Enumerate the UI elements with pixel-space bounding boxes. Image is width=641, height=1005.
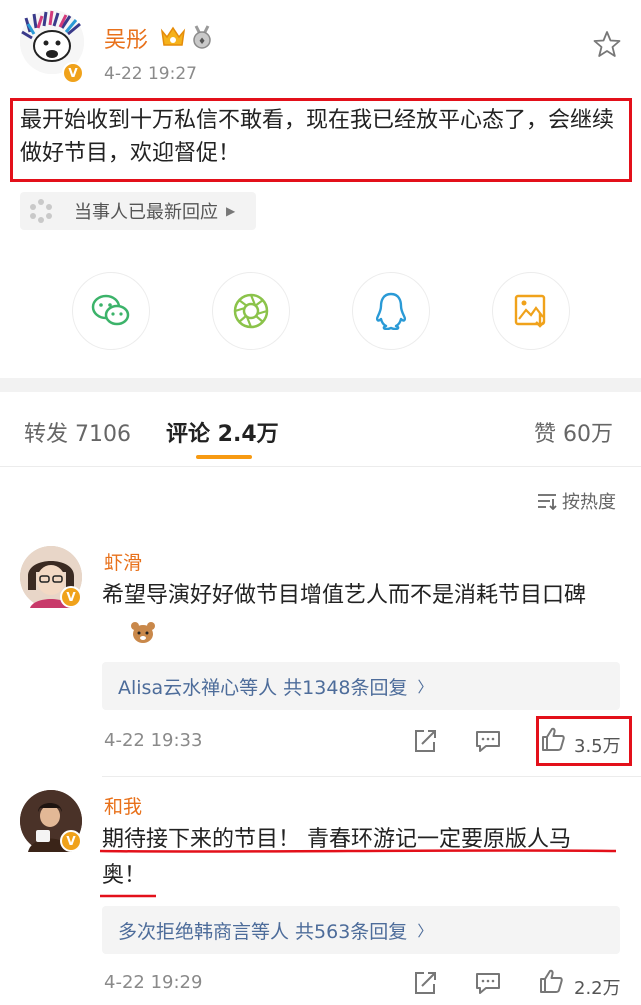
emoji-icon [131, 622, 155, 643]
share-icon[interactable] [412, 970, 438, 996]
poster-username[interactable]: 吴彤 [104, 22, 148, 54]
latest-response-pill[interactable]: 当事人已最新回应 ▶ [20, 192, 256, 230]
medal-badge-icon: ♦ [193, 25, 211, 49]
loading-dots-icon [30, 199, 52, 223]
save-image-icon [514, 294, 546, 328]
tab-likes[interactable]: 赞 60万 [534, 416, 613, 448]
replies-summary: 多次拒绝韩商言等人 共563条回复 [118, 920, 408, 943]
commenter-name[interactable]: 虾滑 [104, 548, 142, 575]
active-tab-indicator [196, 455, 252, 459]
comment-divider [102, 776, 641, 777]
like-count: 2.2万 [574, 978, 621, 999]
replies-link[interactable]: 多次拒绝韩商言等人 共563条回复 〉 [102, 906, 620, 954]
qq-icon [376, 292, 406, 330]
replies-summary: Alisa云水禅心等人 共1348条回复 [118, 676, 408, 699]
red-underline-line-1 [99, 849, 617, 853]
comment-icon[interactable] [474, 729, 502, 753]
svg-text:♦: ♦ [198, 37, 206, 47]
save-image-button[interactable] [492, 272, 570, 350]
thumbs-up-icon[interactable] [540, 726, 566, 752]
post-text: 最开始收到十万私信不敢看，现在我已经放平心态了，会继续做好节目，欢迎督促！ [20, 108, 615, 166]
comment-text: 希望导演好好做节目增值艺人而不是消耗节目口碑 [102, 583, 587, 608]
sort-icon [538, 494, 557, 510]
replies-link[interactable]: Alisa云水禅心等人 共1348条回复 〉 [102, 662, 620, 710]
tab-comments[interactable]: 评论 2.4万 [166, 416, 279, 448]
commenter-verified-badge: V [60, 586, 82, 608]
red-underline-line-2 [100, 894, 156, 898]
comment-icon[interactable] [474, 971, 502, 995]
section-separator [0, 378, 641, 392]
chevron-right-icon: 〉 [417, 677, 433, 696]
moments-icon [233, 293, 269, 329]
comment-time: 4-22 19:33 [104, 730, 203, 751]
pill-arrow-icon: ▶ [226, 204, 236, 218]
tabs-divider [0, 466, 641, 467]
sort-by-hot-button[interactable]: 按热度 [536, 488, 616, 514]
commenter-verified-badge: V [60, 830, 82, 852]
wechat-icon [91, 294, 130, 326]
share-icon[interactable] [412, 728, 438, 754]
like-count: 3.5万 [574, 736, 621, 757]
comment-avatar[interactable]: V [20, 790, 82, 852]
commenter-name[interactable]: 和我 [104, 792, 142, 819]
latest-response-label: 当事人已最新回应 [74, 202, 218, 223]
verified-badge: V [62, 62, 84, 84]
share-moments-button[interactable] [212, 272, 290, 350]
crown-badge-icon [160, 26, 186, 46]
comment-text-line-2: 奥！ [102, 863, 147, 888]
post-time: 4-22 19:27 [104, 64, 197, 84]
thumbs-up-icon[interactable] [538, 968, 564, 994]
comment-avatar[interactable]: V [20, 546, 82, 608]
tab-repost[interactable]: 转发 7106 [24, 416, 131, 448]
chevron-right-icon: 〉 [417, 921, 433, 940]
comment-time: 4-22 19:29 [104, 972, 203, 993]
share-qq-button[interactable] [352, 272, 430, 350]
favorite-star-icon[interactable] [593, 30, 621, 58]
share-wechat-button[interactable] [72, 272, 150, 350]
poster-avatar[interactable]: V [20, 10, 84, 84]
sort-label: 按热度 [562, 492, 616, 513]
